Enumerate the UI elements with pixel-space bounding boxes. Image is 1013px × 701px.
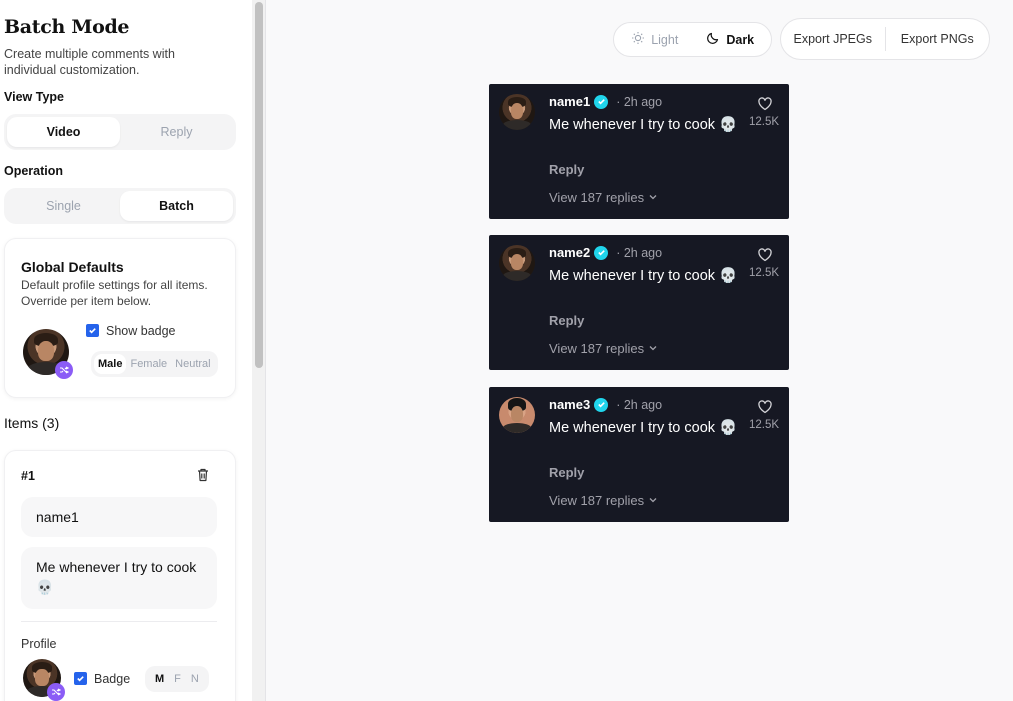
comment-reply-link[interactable]: Reply bbox=[549, 313, 584, 328]
page-subtitle: Create multiple comments with individual… bbox=[4, 47, 175, 77]
comment-avatar bbox=[499, 245, 535, 281]
trash-icon[interactable] bbox=[195, 467, 211, 483]
view-type-toggle: Video Reply bbox=[4, 114, 236, 150]
show-badge-label: Show badge bbox=[106, 324, 176, 338]
item-profile-label: Profile bbox=[21, 637, 57, 651]
verified-badge-icon bbox=[594, 94, 609, 109]
like-count: 12.5K bbox=[749, 419, 780, 431]
view-replies-label: View 187 replies bbox=[549, 190, 645, 205]
view-replies-link[interactable]: View 187 replies bbox=[549, 190, 658, 205]
theme-dark-label: Dark bbox=[726, 32, 755, 47]
comment-text: Me whenever I try to cook 💀 bbox=[549, 420, 738, 436]
item-badge-checkbox[interactable] bbox=[74, 672, 87, 685]
operation-label: Operation bbox=[4, 164, 64, 178]
sun-icon bbox=[631, 31, 645, 48]
item-badge-label: Badge bbox=[94, 672, 131, 686]
comment-text: Me whenever I try to cook 💀 bbox=[549, 117, 738, 133]
chevron-down-icon bbox=[648, 341, 658, 356]
comment-username: name1 bbox=[549, 94, 591, 109]
global-avatar[interactable] bbox=[23, 329, 73, 379]
comment-header: name1 · 2h ago bbox=[549, 94, 662, 109]
item-gender-n-button[interactable]: N bbox=[187, 669, 203, 689]
item-avatar[interactable] bbox=[23, 659, 65, 701]
view-type-label: View Type bbox=[4, 90, 64, 104]
heart-icon[interactable] bbox=[757, 247, 773, 263]
verified-badge-icon bbox=[594, 245, 609, 260]
heart-icon[interactable] bbox=[757, 399, 773, 415]
item-gender-m-button[interactable]: M bbox=[151, 669, 168, 689]
operation-single-button[interactable]: Single bbox=[7, 191, 120, 221]
sidebar-scrollbar[interactable] bbox=[252, 0, 266, 701]
view-replies-label: View 187 replies bbox=[549, 341, 645, 356]
heart-icon[interactable] bbox=[757, 96, 773, 112]
item-comment-textarea[interactable]: Me whenever I try to cook 💀 bbox=[21, 547, 217, 609]
sidebar-scrollbar-thumb[interactable] bbox=[255, 2, 263, 368]
export-group: Export JPEGs Export PNGs bbox=[780, 18, 990, 60]
show-badge-checkbox[interactable] bbox=[86, 324, 99, 337]
comment-reply-link[interactable]: Reply bbox=[549, 162, 584, 177]
theme-light-button[interactable]: Light bbox=[617, 26, 693, 53]
theme-toggle: Light Dark bbox=[613, 22, 772, 57]
operation-batch-button[interactable]: Batch bbox=[120, 191, 233, 221]
view-type-reply-button[interactable]: Reply bbox=[120, 117, 233, 147]
export-pngs-button[interactable]: Export PNGs bbox=[886, 32, 990, 46]
item-name-input[interactable]: name1 bbox=[21, 497, 217, 537]
operation-toggle: Single Batch bbox=[4, 188, 236, 224]
comment-preview: name1 · 2h ago Me whenever I try to cook… bbox=[489, 84, 789, 219]
comment-time: · 2h ago bbox=[616, 397, 663, 412]
comment-header: name2 · 2h ago bbox=[549, 245, 662, 260]
global-gender-selector: Male Female Neutral bbox=[91, 351, 218, 377]
gender-neutral-button[interactable]: Neutral bbox=[171, 354, 214, 374]
theme-dark-button[interactable]: Dark bbox=[693, 26, 769, 53]
moon-icon bbox=[706, 31, 720, 48]
global-defaults-description: Default profile settings for all items. … bbox=[21, 278, 208, 308]
item-card: #1 name1 Me whenever I try to cook 💀 Pro… bbox=[4, 450, 236, 701]
comment-username: name2 bbox=[549, 245, 591, 260]
item-number: #1 bbox=[21, 469, 35, 483]
page-title: Batch Mode bbox=[4, 16, 130, 38]
comment-time: · 2h ago bbox=[616, 94, 663, 109]
items-title: Items (3) bbox=[4, 415, 60, 431]
global-defaults-card: Global Defaults Default profile settings… bbox=[4, 238, 236, 398]
sidebar: Batch Mode Create multiple comments with… bbox=[0, 0, 252, 701]
global-defaults-title: Global Defaults bbox=[21, 259, 124, 275]
export-jpegs-button[interactable]: Export JPEGs bbox=[781, 32, 885, 46]
item-divider bbox=[21, 621, 217, 622]
comment-username: name3 bbox=[549, 397, 591, 412]
comment-reply-link[interactable]: Reply bbox=[549, 465, 584, 480]
like-count: 12.5K bbox=[749, 267, 780, 279]
comment-preview: name2 · 2h ago Me whenever I try to cook… bbox=[489, 235, 789, 370]
comment-avatar bbox=[499, 397, 535, 433]
item-shuffle-icon[interactable] bbox=[47, 683, 65, 701]
view-type-video-button[interactable]: Video bbox=[7, 117, 120, 147]
chevron-down-icon bbox=[648, 190, 658, 205]
view-replies-link[interactable]: View 187 replies bbox=[549, 493, 658, 508]
comment-preview: name3 · 2h ago Me whenever I try to cook… bbox=[489, 387, 789, 522]
like-count: 12.5K bbox=[749, 116, 780, 128]
item-gender-f-button[interactable]: F bbox=[170, 669, 185, 689]
comment-avatar bbox=[499, 94, 535, 130]
verified-badge-icon bbox=[594, 397, 609, 412]
view-replies-label: View 187 replies bbox=[549, 493, 645, 508]
shuffle-icon[interactable] bbox=[55, 361, 73, 379]
comment-text: Me whenever I try to cook 💀 bbox=[549, 268, 738, 284]
theme-light-label: Light bbox=[651, 32, 679, 47]
comment-header: name3 · 2h ago bbox=[549, 397, 662, 412]
item-gender-selector: M F N bbox=[145, 666, 209, 692]
view-replies-link[interactable]: View 187 replies bbox=[549, 341, 658, 356]
chevron-down-icon bbox=[648, 493, 658, 508]
gender-male-button[interactable]: Male bbox=[94, 354, 127, 374]
comment-time: · 2h ago bbox=[616, 245, 663, 260]
gender-female-button[interactable]: Female bbox=[126, 354, 171, 374]
